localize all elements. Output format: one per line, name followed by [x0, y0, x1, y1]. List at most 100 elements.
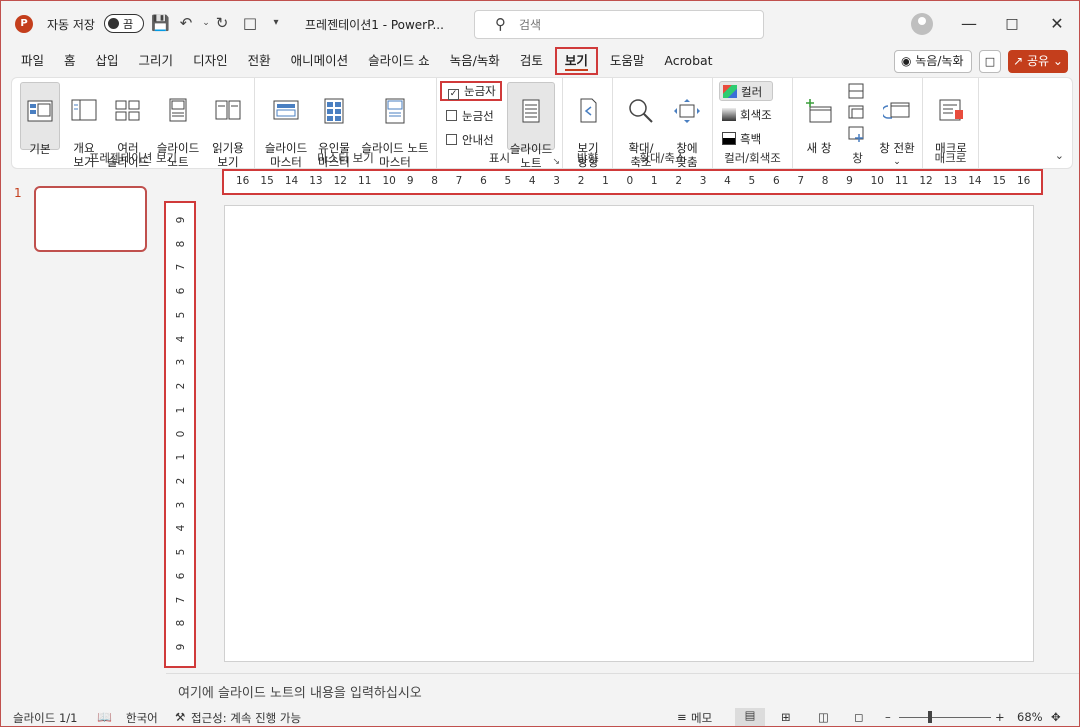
search-input[interactable] — [519, 16, 739, 34]
notes-placeholder: 여기에 슬라이드 노트의 내용을 입력하십시오 — [178, 686, 422, 701]
slideshow-status-icon[interactable]: ◻ — [854, 710, 864, 724]
ruler-tick-label: 0 — [626, 175, 634, 187]
group-label-orientation: 방향 — [576, 151, 599, 165]
ruler-tick-label: 10 — [382, 175, 396, 187]
maximize-icon[interactable]: □ — [997, 11, 1027, 37]
present-from-start-icon[interactable]: □ — [241, 14, 259, 32]
reading-view-status-icon[interactable]: ◫ — [818, 710, 829, 724]
reading-view-icon — [215, 100, 241, 120]
tab-file[interactable]: 파일 — [13, 47, 52, 75]
tab-insert[interactable]: 삽입 — [88, 47, 127, 75]
zoom-slider-thumb[interactable] — [928, 711, 932, 723]
bw-swatch-icon — [722, 132, 736, 145]
tab-design[interactable]: 디자인 — [185, 47, 236, 75]
accessibility-icon[interactable]: ⚒ — [175, 710, 185, 724]
macros-button[interactable]: 매크로 — [929, 82, 973, 155]
arrange-all-icon[interactable] — [847, 82, 865, 144]
notes-page-icon — [169, 98, 187, 122]
ruler-tick-label: 2 — [175, 477, 187, 485]
group-zoom: 확대/ 축소 창에 맞춤 확대/축소 — [613, 78, 713, 170]
save-icon[interactable]: 💾 — [151, 14, 170, 32]
autosave-toggle[interactable]: 끔 — [104, 14, 144, 33]
ruler-tick-label: 3 — [553, 175, 560, 187]
zoom-out-icon[interactable]: – — [885, 710, 891, 724]
black-white-button[interactable]: 흑백 — [722, 129, 761, 149]
notes-pane[interactable]: 여기에 슬라이드 노트의 내용을 입력하십시오 — [166, 673, 1079, 706]
tab-review[interactable]: 검토 — [512, 47, 551, 75]
account-avatar[interactable] — [911, 13, 933, 35]
spelling-book-icon[interactable]: 📖 — [97, 710, 112, 724]
ruler-tick-label: 14 — [284, 175, 299, 187]
ruler-tick-label: 1 — [650, 175, 658, 187]
tab-view[interactable]: 보기 — [554, 47, 598, 75]
gridlines-checkbox[interactable]: 눈금선 — [446, 106, 494, 126]
slide-counter: 슬라이드 1/1 — [13, 711, 78, 725]
ruler-tick-label: 3 — [175, 358, 187, 366]
slide-canvas[interactable] — [224, 205, 1034, 662]
notes-toggle-button[interactable]: 슬라이드 노트 — [507, 82, 555, 170]
dialog-launcher-icon[interactable]: ↘ — [552, 157, 560, 167]
ruler-tick-label: 5 — [175, 548, 187, 556]
notes-icon[interactable]: ≡ — [677, 710, 687, 724]
minimize-icon[interactable]: — — [954, 11, 984, 37]
handout-master-icon — [324, 98, 344, 124]
tab-help[interactable]: 도움말 — [602, 47, 653, 75]
vertical-ruler: 9 8 7 6 5 4 3 2 1 0 1 2 3 4 5 6 7 8 9 — [164, 201, 196, 668]
tab-acrobat[interactable]: Acrobat — [656, 47, 720, 75]
slide-thumbnail[interactable] — [34, 186, 147, 252]
tab-slideshow[interactable]: 슬라이드 쇼 — [360, 47, 437, 75]
ruler-checkbox[interactable]: ✓ 눈금자 — [440, 81, 502, 101]
tab-draw[interactable]: 그리기 — [131, 47, 182, 75]
tab-record[interactable]: 녹음/녹화 — [442, 47, 508, 75]
ruler-tick-label: 9 — [175, 216, 187, 224]
notes-icon — [522, 99, 540, 123]
ruler-tick-label: 4 — [724, 175, 731, 187]
page-orientation-icon — [580, 98, 597, 123]
guides-checkbox[interactable]: 안내선 — [446, 130, 494, 150]
grayscale-label: 회색조 — [740, 108, 772, 122]
customize-toolbar-icon[interactable]: ▾ — [267, 14, 285, 32]
bw-label: 흑백 — [740, 132, 762, 146]
zoom-level[interactable]: 68% — [1017, 710, 1043, 724]
group-presentation-views: 기본 개요 보기 여러 슬라이드 슬라이드 노트 읽기용 보기 프레젠테이션 보… — [12, 78, 255, 170]
tab-animations[interactable]: 애니메이션 — [283, 47, 357, 75]
zoom-in-icon[interactable]: + — [995, 710, 1005, 724]
notes-toggle[interactable]: 메모 — [691, 710, 712, 726]
new-window-button[interactable]: 새 창 — [799, 82, 839, 155]
tab-transitions[interactable]: 전환 — [240, 47, 279, 75]
grayscale-swatch-icon — [722, 108, 736, 121]
accessibility-status[interactable]: 접근성: 계속 진행 가능 — [191, 710, 301, 726]
slide-sorter-status-icon[interactable]: ⊞ — [781, 710, 791, 724]
ruler-tick-label: 5 — [748, 175, 756, 187]
ruler-tick-label: 12 — [333, 175, 347, 187]
normal-view-button[interactable]: 기본 — [20, 82, 60, 156]
toggle-knob — [108, 18, 119, 29]
fit-slide-icon[interactable]: ✥ — [1051, 710, 1061, 724]
ruler-tick-label: 9 — [406, 175, 414, 187]
fit-window-icon — [674, 99, 700, 123]
search-box[interactable]: ⚲ — [474, 10, 764, 39]
record-button[interactable]: ◉ 녹음/녹화 — [894, 50, 972, 73]
color-button[interactable]: 컬러 — [719, 81, 773, 101]
collapse-ribbon-icon[interactable]: ⌄ — [1055, 149, 1064, 162]
share-button[interactable]: ↗ 공유 ⌄ — [1008, 50, 1068, 73]
undo-icon[interactable]: ↶ — [177, 14, 195, 32]
horizontal-ruler: 16 15 14 13 12 11 10 9 8 7 6 5 4 3 2 1 0 1 2 3 4 5 6 7 8 9 10 11 12 1… — [222, 169, 1043, 195]
tab-home[interactable]: 홈 — [56, 47, 84, 75]
ribbon-tabs: 파일 홈 삽입 그리기 디자인 전환 애니메이션 슬라이드 쇼 녹음/녹화 검토… — [13, 47, 725, 75]
switch-windows-button[interactable]: 창 전환 ⌄ — [875, 82, 919, 183]
zoom-slider-track[interactable] — [899, 717, 991, 718]
group-label-presentation-views: 프레젠테이션 보기 — [88, 151, 178, 165]
comments-icon[interactable]: □ — [979, 50, 1001, 73]
language-indicator[interactable]: 한국어 — [126, 710, 158, 726]
normal-view-status-icon[interactable]: ▤ — [735, 708, 765, 726]
redo-icon[interactable]: ↻ — [213, 14, 231, 32]
ruler-tick-label: 7 — [175, 596, 187, 603]
grayscale-button[interactable]: 회색조 — [722, 105, 772, 125]
slide-number: 1 — [14, 186, 22, 200]
group-orientation: 보기 방향 방향 — [563, 78, 613, 170]
group-color: 컬러 회색조 흑백 컬러/회색조 — [713, 78, 793, 170]
close-icon[interactable]: ✕ — [1042, 11, 1072, 37]
ruler-tick-label: 13 — [943, 175, 958, 187]
document-title: 프레젠테이션1 - PowerP... — [305, 18, 444, 32]
